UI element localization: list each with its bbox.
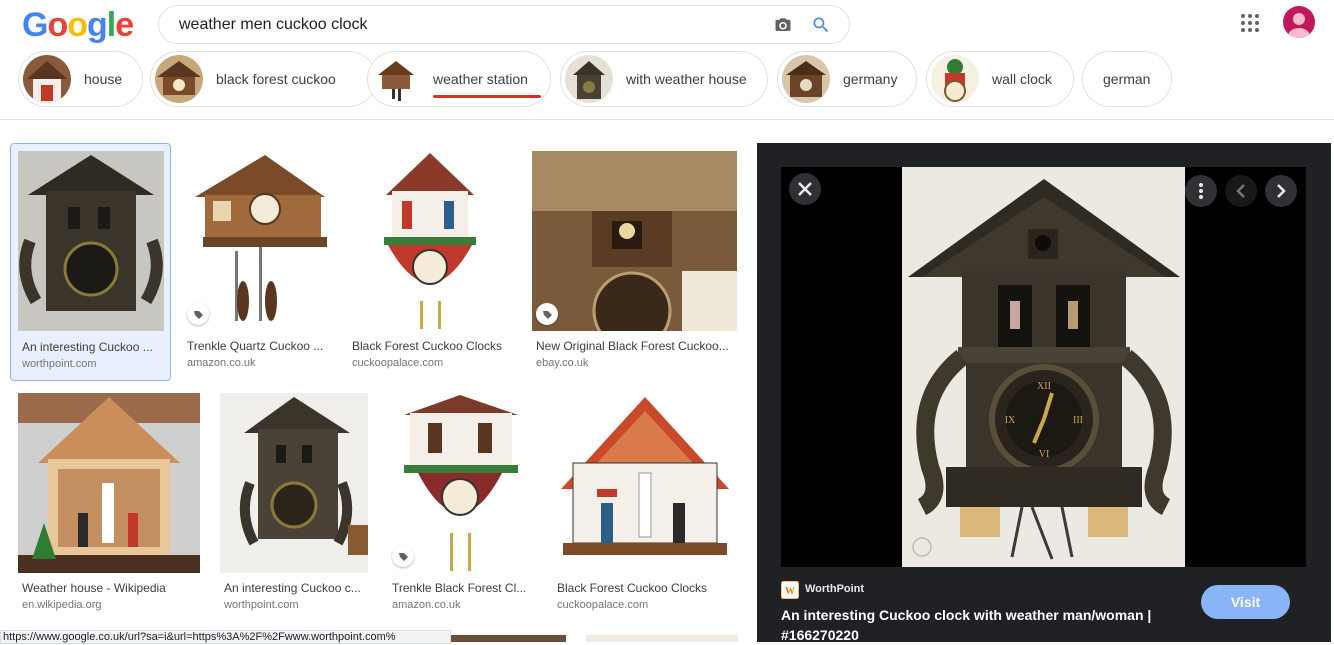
- result-image: [220, 393, 368, 573]
- result-card[interactable]: Weather house - Wikipedia en.wikipedia.o…: [18, 393, 201, 615]
- svg-text:W: W: [785, 586, 795, 597]
- shopping-tag-icon: [536, 303, 558, 325]
- result-card[interactable]: An interesting Cuckoo c... worthpoint.co…: [220, 393, 369, 615]
- result-source: worthpoint.com: [22, 358, 97, 370]
- svg-text:III: III: [1073, 415, 1083, 426]
- chip-with-weather-house[interactable]: with weather house: [560, 51, 768, 107]
- more-vert-icon[interactable]: [1185, 175, 1217, 207]
- preview-title[interactable]: An interesting Cuckoo clock with weather…: [781, 605, 1181, 645]
- chip-thumbnail: [931, 55, 979, 103]
- visit-button[interactable]: Visit: [1201, 585, 1290, 619]
- chip-label: wall clock: [992, 71, 1052, 87]
- header: Google house black forest cuckoo weather…: [0, 0, 1334, 120]
- chip-label: black forest cuckoo: [216, 71, 336, 87]
- chip-house[interactable]: house: [18, 51, 143, 107]
- search-input[interactable]: [179, 14, 759, 36]
- chip-thumbnail: [23, 55, 71, 103]
- close-icon[interactable]: [789, 173, 821, 205]
- logo-letter: g: [87, 6, 108, 44]
- chip-thumbnail: [565, 55, 613, 103]
- result-title: An interesting Cuckoo ...: [22, 340, 153, 354]
- result-card[interactable]: Black Forest Cuckoo Clocks cuckoopalace.…: [348, 151, 513, 371]
- camera-icon[interactable]: [773, 16, 793, 34]
- result-source: worthpoint.com: [224, 599, 299, 611]
- result-image: [553, 393, 737, 573]
- apps-grid-icon[interactable]: [1240, 13, 1260, 33]
- image-results-grid: An interesting Cuckoo ... worthpoint.com…: [0, 121, 757, 642]
- chip-thumbnail: [782, 55, 830, 103]
- result-card[interactable]: Trenkle Black Forest Cl... amazon.co.uk: [388, 393, 534, 615]
- result-card[interactable]: New Original Black Forest Cuckoo... ebay…: [532, 151, 738, 371]
- result-source: amazon.co.uk: [392, 599, 461, 611]
- svg-text:VI: VI: [1039, 449, 1050, 460]
- result-title: Black Forest Cuckoo Clocks: [352, 339, 503, 353]
- search-box: [158, 5, 850, 44]
- logo-letter: o: [47, 6, 68, 44]
- result-title: An interesting Cuckoo c...: [224, 581, 361, 595]
- result-title: New Original Black Forest Cuckoo...: [536, 339, 729, 353]
- chip-thumbnail: [155, 55, 203, 103]
- chevron-left-icon[interactable]: [1225, 175, 1257, 207]
- result-title: Trenkle Black Forest Cl...: [392, 581, 527, 595]
- result-source: cuckoopalace.com: [557, 599, 649, 611]
- result-image-partial: [586, 635, 738, 642]
- chip-label: house: [84, 71, 123, 87]
- logo-letter: G: [22, 6, 48, 44]
- result-image: [388, 393, 533, 573]
- result-title: Black Forest Cuckoo Clocks: [557, 581, 708, 595]
- google-logo[interactable]: Google: [22, 6, 134, 45]
- result-image: [18, 151, 164, 331]
- result-source: cuckoopalace.com: [352, 357, 444, 369]
- result-image: [532, 151, 737, 331]
- active-chip-underline: [433, 95, 541, 98]
- chip-label: with weather house: [626, 71, 747, 87]
- preview-image[interactable]: XII III VI IX: [902, 167, 1185, 567]
- logo-letter: o: [67, 6, 88, 44]
- result-card[interactable]: Trenkle Quartz Cuckoo ... amazon.co.uk: [183, 151, 329, 371]
- worthpoint-favicon-icon: W: [780, 580, 800, 600]
- result-source: ebay.co.uk: [536, 357, 589, 369]
- logo-letter: e: [115, 6, 134, 44]
- result-image: [183, 151, 328, 331]
- shopping-tag-icon: [392, 545, 414, 567]
- chip-label: german: [1103, 71, 1151, 87]
- chip-thumbnail: [372, 55, 420, 103]
- svg-text:XII: XII: [1037, 381, 1051, 392]
- result-title: Trenkle Quartz Cuckoo ...: [187, 339, 324, 353]
- image-preview-panel: XII III VI IX W WorthPoint An interestin…: [757, 143, 1331, 645]
- result-source: amazon.co.uk: [187, 357, 256, 369]
- source-name: WorthPoint: [805, 583, 865, 595]
- svg-text:IX: IX: [1005, 415, 1016, 426]
- result-image: [348, 151, 512, 331]
- chip-german[interactable]: german: [1082, 51, 1172, 107]
- result-card[interactable]: An interesting Cuckoo ... worthpoint.com: [10, 143, 171, 381]
- preview-viewer: XII III VI IX: [781, 167, 1306, 567]
- result-image: [18, 393, 200, 573]
- chip-weather-station[interactable]: weather station: [367, 51, 551, 107]
- result-title: Weather house - Wikipedia: [22, 581, 166, 595]
- logo-letter: l: [106, 6, 117, 44]
- search-icon[interactable]: [811, 15, 831, 35]
- chip-germany[interactable]: germany: [777, 51, 917, 107]
- result-source: en.wikipedia.org: [22, 599, 102, 611]
- chip-wall-clock[interactable]: wall clock: [926, 51, 1074, 107]
- chip-black-forest-cuckoo[interactable]: black forest cuckoo: [150, 51, 377, 107]
- result-card[interactable]: Black Forest Cuckoo Clocks cuckoopalace.…: [553, 393, 738, 615]
- shopping-tag-icon: [187, 303, 209, 325]
- chevron-right-icon[interactable]: [1265, 175, 1297, 207]
- chip-label: weather station: [433, 71, 528, 87]
- chip-label: germany: [843, 71, 898, 87]
- account-avatar[interactable]: [1283, 6, 1315, 38]
